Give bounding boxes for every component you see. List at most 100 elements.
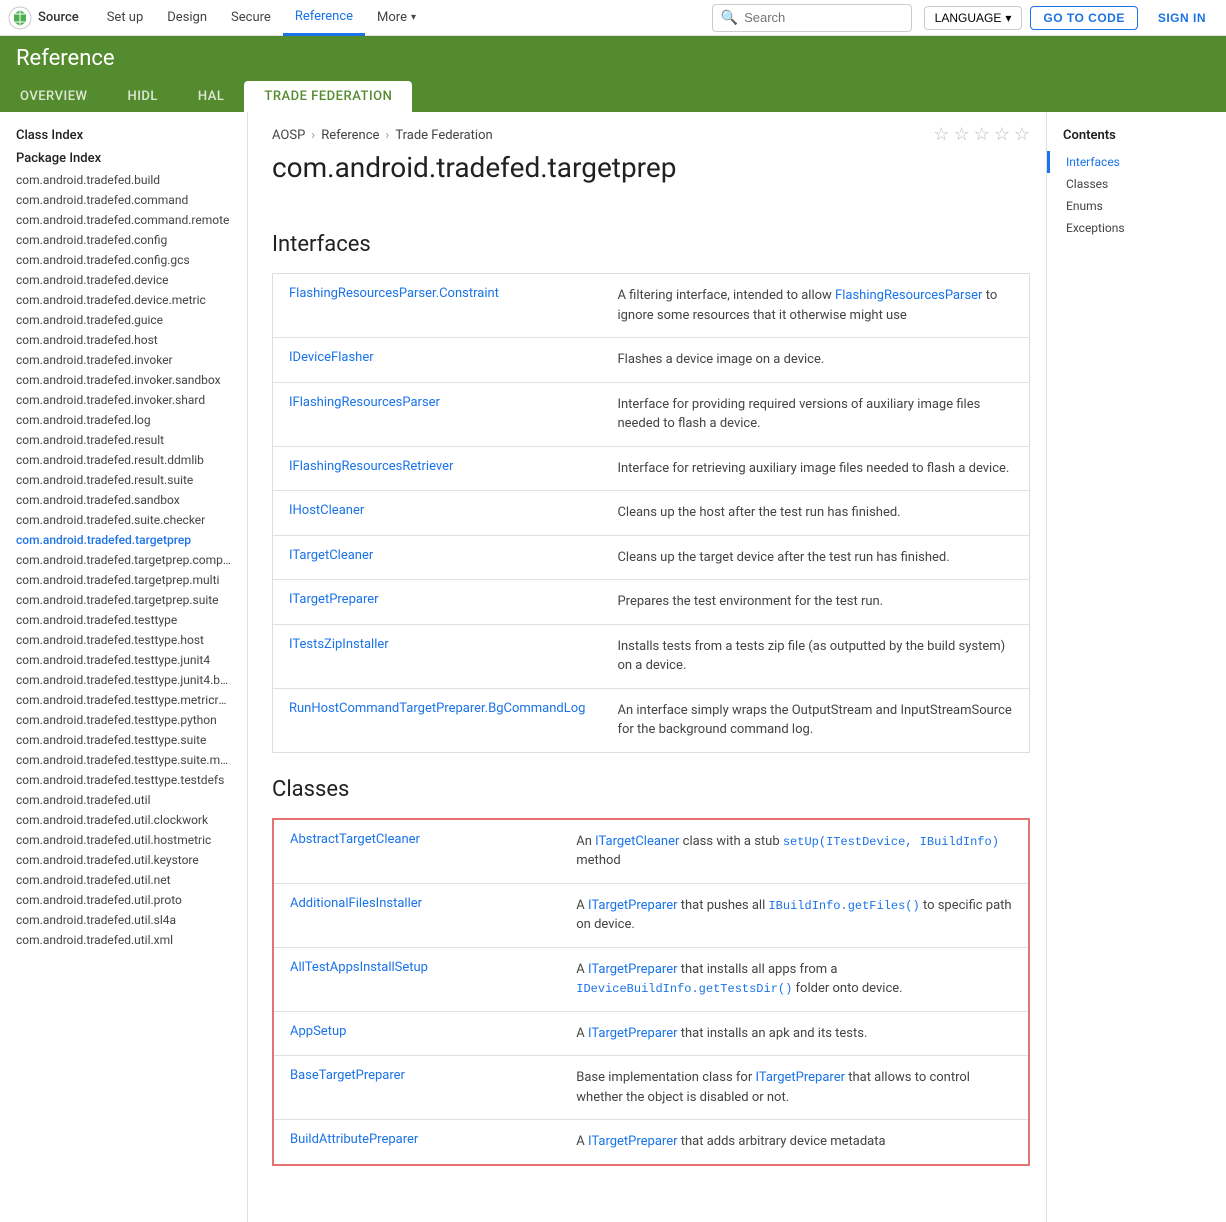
sidebar-link-build[interactable]: com.android.tradefed.build (0, 170, 247, 190)
sidebar-link-sandbox[interactable]: com.android.tradefed.sandbox (0, 490, 247, 510)
nav-link-design[interactable]: Design (155, 0, 219, 36)
breadcrumb-aosp[interactable]: AOSP (272, 128, 305, 143)
sidebar-link-host[interactable]: com.android.tradefed.host (0, 330, 247, 350)
sidebar-link-testtype-junit4[interactable]: com.android.tradefed.testtype.junit4 (0, 650, 247, 670)
interface-name-itargetpreparer[interactable]: ITargetPreparer (273, 580, 602, 625)
sidebar-link-util-hostmetric[interactable]: com.android.tradefed.util.hostmetric (0, 830, 247, 850)
link-itargetpreparer-1[interactable]: ITargetPreparer (588, 898, 678, 913)
sign-in-button[interactable]: SIGN IN (1146, 7, 1218, 29)
sidebar-link-testtype-suite-module[interactable]: com.android.tradefed.testtype.suite.modu… (0, 750, 247, 770)
tab-trade-federation[interactable]: TRADE FEDERATION (244, 81, 412, 112)
interface-name-iflashingresourcesparser[interactable]: IFlashingResourcesParser (273, 382, 602, 446)
sidebar-link-config-gcs[interactable]: com.android.tradefed.config.gcs (0, 250, 247, 270)
sidebar-link-util-keystore[interactable]: com.android.tradefed.util.keystore (0, 850, 247, 870)
interface-name-ideviceflasher[interactable]: IDeviceFlasher (273, 338, 602, 383)
sidebar-link-util-xml[interactable]: com.android.tradefed.util.xml (0, 930, 247, 950)
sidebar-item-class-index[interactable]: Class Index (0, 124, 247, 147)
sidebar-link-targetprep-multi[interactable]: com.android.tradefed.targetprep.multi (0, 570, 247, 590)
sidebar-link-result-ddmlib[interactable]: com.android.tradefed.result.ddmlib (0, 450, 247, 470)
interface-name-ihostcleaner[interactable]: IHostCleaner (273, 491, 602, 536)
sidebar-link-testtype[interactable]: com.android.tradefed.testtype (0, 610, 247, 630)
sidebar-link-testtype-junit4-builder[interactable]: com.android.tradefed.testtype.junit4.bui… (0, 670, 247, 690)
sidebar-link-targetprep-suite[interactable]: com.android.tradefed.targetprep.suite (0, 590, 247, 610)
sidebar-link-testtype-host[interactable]: com.android.tradefed.testtype.host (0, 630, 247, 650)
sidebar-link-util-sl4a[interactable]: com.android.tradefed.util.sl4a (0, 910, 247, 930)
tab-hal[interactable]: HAL (178, 81, 244, 112)
nav-link-setup[interactable]: Set up (95, 0, 156, 36)
language-button[interactable]: LANGUAGE ▾ (924, 6, 1023, 30)
sidebar-link-invoker-shard[interactable]: com.android.tradefed.invoker.shard (0, 390, 247, 410)
logo[interactable]: Source (8, 6, 79, 30)
sidebar-link-util-net[interactable]: com.android.tradefed.util.net (0, 870, 247, 890)
interface-name-itargetcleaner[interactable]: ITargetCleaner (273, 535, 602, 580)
sidebar-item-package-index[interactable]: Package Index (0, 147, 247, 170)
chevron-down-icon: ▾ (411, 12, 416, 23)
link-itargetpreparer-3[interactable]: ITargetPreparer (588, 1026, 678, 1041)
class-desc-abstracttargetcleaner: An ITargetCleaner class with a stub setU… (560, 819, 1029, 884)
toc-item-exceptions[interactable]: Exceptions (1047, 217, 1226, 239)
toc-item-interfaces[interactable]: Interfaces (1047, 151, 1226, 173)
tab-overview[interactable]: OVERVIEW (0, 81, 107, 112)
sidebar-link-command-remote[interactable]: com.android.tradefed.command.remote (0, 210, 247, 230)
class-name-basetargetpreparer[interactable]: BaseTargetPreparer (273, 1056, 560, 1120)
class-name-alltestappsinstallsetup[interactable]: AllTestAppsInstallSetup (273, 947, 560, 1011)
sidebar-link-invoker[interactable]: com.android.tradefed.invoker (0, 350, 247, 370)
go-to-code-button[interactable]: GO TO CODE (1030, 6, 1137, 30)
toc-item-enums[interactable]: Enums (1047, 195, 1226, 217)
sidebar-link-util[interactable]: com.android.tradefed.util (0, 790, 247, 810)
sidebar-link-log[interactable]: com.android.tradefed.log (0, 410, 247, 430)
sidebar-link-targetprep[interactable]: com.android.tradefed.targetprep (0, 530, 247, 550)
sidebar-link-invoker-sandbox[interactable]: com.android.tradefed.invoker.sandbox (0, 370, 247, 390)
breadcrumb-reference[interactable]: Reference (321, 128, 379, 143)
sidebar-link-device-metric[interactable]: com.android.tradefed.device.metric (0, 290, 247, 310)
search-input[interactable] (744, 10, 904, 25)
sidebar-link-util-proto[interactable]: com.android.tradefed.util.proto (0, 890, 247, 910)
interfaces-section-title: Interfaces (272, 232, 1030, 261)
search-bar: 🔍 (712, 4, 912, 32)
sidebar-link-guice[interactable]: com.android.tradefed.guice (0, 310, 247, 330)
logo-text: Source (38, 10, 79, 25)
star-1[interactable]: ☆ (933, 124, 949, 145)
interface-name-iflashingresourcesretriever[interactable]: IFlashingResourcesRetriever (273, 446, 602, 491)
class-name-appsetup[interactable]: AppSetup (273, 1011, 560, 1056)
rating-stars[interactable]: ☆ ☆ ☆ ☆ ☆ (933, 124, 1030, 145)
star-3[interactable]: ☆ (974, 124, 990, 145)
sidebar-link-suite-checker[interactable]: com.android.tradefed.suite.checker (0, 510, 247, 530)
toc-item-classes[interactable]: Classes (1047, 173, 1226, 195)
code-getfiles[interactable]: IBuildInfo.getFiles() (768, 899, 919, 913)
tab-hidl[interactable]: HIDL (107, 81, 177, 112)
breadcrumb-trade-federation[interactable]: Trade Federation (395, 128, 492, 143)
sidebar-link-util-clockwork[interactable]: com.android.tradefed.util.clockwork (0, 810, 247, 830)
sidebar-link-testtype-testdefs[interactable]: com.android.tradefed.testtype.testdefs (0, 770, 247, 790)
sidebar-link-result-suite[interactable]: com.android.tradefed.result.suite (0, 470, 247, 490)
interface-name-itestszipinstaller[interactable]: ITestsZipInstaller (273, 624, 602, 688)
nav-link-reference[interactable]: Reference (283, 0, 365, 36)
sidebar-link-command[interactable]: com.android.tradefed.command (0, 190, 247, 210)
sidebar-link-testtype-metricregression[interactable]: com.android.tradefed.testtype.metricregr… (0, 690, 247, 710)
breadcrumb: AOSP › Reference › Trade Federation (272, 112, 676, 151)
star-5[interactable]: ☆ (1014, 124, 1030, 145)
nav-link-more[interactable]: More ▾ (365, 0, 428, 36)
interface-name-runhostcommand[interactable]: RunHostCommandTargetPreparer.BgCommandLo… (273, 688, 602, 752)
tab-bar: OVERVIEW HIDL HAL TRADE FEDERATION (0, 81, 1226, 112)
class-name-additionalfilesinstaller[interactable]: AdditionalFilesInstaller (273, 883, 560, 947)
link-itargetpreparer-2[interactable]: ITargetPreparer (588, 962, 678, 977)
sidebar-link-testtype-python[interactable]: com.android.tradefed.testtype.python (0, 710, 247, 730)
sidebar-link-device[interactable]: com.android.tradefed.device (0, 270, 247, 290)
sidebar-link-config[interactable]: com.android.tradefed.config (0, 230, 247, 250)
link-itargetpreparer-4[interactable]: ITargetPreparer (755, 1070, 845, 1085)
class-name-abstracttargetcleaner[interactable]: AbstractTargetCleaner (273, 819, 560, 884)
link-flashing-resources-parser[interactable]: FlashingResourcesParser (835, 288, 982, 303)
sidebar-link-testtype-suite[interactable]: com.android.tradefed.testtype.suite (0, 730, 247, 750)
nav-link-secure[interactable]: Secure (219, 0, 283, 36)
interface-name-flashing-constraint[interactable]: FlashingResourcesParser.Constraint (273, 274, 602, 338)
sidebar-link-result[interactable]: com.android.tradefed.result (0, 430, 247, 450)
link-itargetcleaner[interactable]: ITargetCleaner (595, 834, 679, 849)
code-setup[interactable]: setUp(ITestDevice, IBuildInfo) (783, 835, 999, 849)
sidebar-link-targetprep-companion[interactable]: com.android.tradefed.targetprep.companio… (0, 550, 247, 570)
code-gettestsdir[interactable]: IDeviceBuildInfo.getTestsDir() (576, 982, 792, 996)
star-4[interactable]: ☆ (994, 124, 1010, 145)
star-2[interactable]: ☆ (953, 124, 969, 145)
class-name-buildattributepreparer[interactable]: BuildAttributePreparer (273, 1120, 560, 1165)
link-itargetpreparer-5[interactable]: ITargetPreparer (588, 1134, 678, 1149)
